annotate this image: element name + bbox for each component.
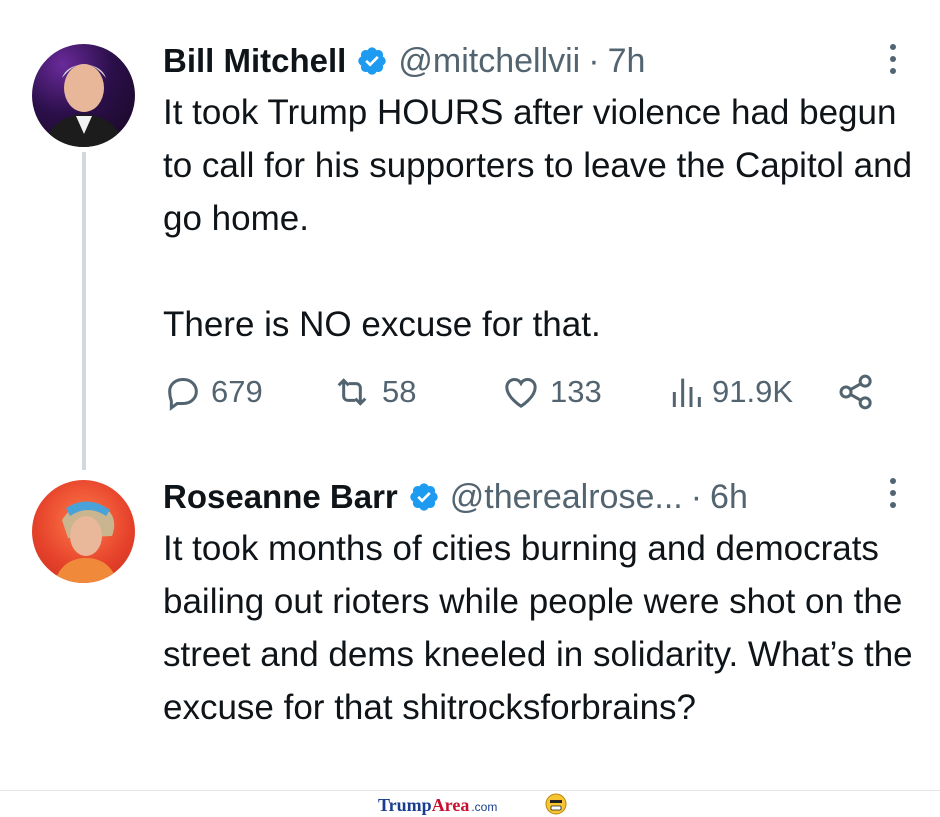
timestamp[interactable]: 7h: [608, 42, 646, 81]
author-handle[interactable]: @therealrose...: [450, 478, 683, 517]
more-options-icon[interactable]: [888, 478, 898, 514]
retweet-button[interactable]: 58: [330, 372, 416, 412]
separator-dot: ·: [690, 477, 703, 516]
author-name[interactable]: Roseanne Barr: [163, 478, 398, 516]
tweet-text: It took Trump HOURS after violence had b…: [163, 86, 923, 351]
timestamp[interactable]: 6h: [710, 478, 748, 517]
verified-badge-icon: [410, 483, 438, 511]
like-icon: [505, 377, 537, 408]
tweet-header: Bill Mitchell @mitchellvii · 7h: [163, 40, 645, 82]
like-count: 133: [550, 374, 602, 409]
separator-dot: ·: [588, 41, 600, 80]
share-button[interactable]: [835, 372, 877, 412]
tweet-paragraph: It took months of cities burning and dem…: [163, 529, 913, 727]
tweet-header: Roseanne Barr @therealrose... · 6h: [163, 476, 748, 518]
tweet-paragraph: There is NO excuse for that.: [163, 305, 601, 344]
avatar[interactable]: [32, 44, 135, 147]
footer-watermark: TrumpArea .com: [0, 790, 940, 817]
tweet-actions: 679 58 133 91.9K: [0, 372, 940, 420]
views-icon: [672, 378, 701, 407]
tweet-text: It took months of cities burning and dem…: [163, 522, 923, 734]
thread-line: [82, 152, 86, 470]
tweet-bill-mitchell[interactable]: Bill Mitchell @mitchellvii · 7h It took …: [0, 0, 940, 470]
author-name[interactable]: Bill Mitchell: [163, 42, 346, 80]
share-icon: [839, 374, 872, 410]
reply-icon: [168, 378, 198, 411]
retweet-icon: [337, 378, 367, 406]
like-button[interactable]: 133: [500, 372, 602, 412]
views-count: 91.9K: [712, 374, 794, 409]
brand-logo: TrumpArea .com: [378, 795, 498, 815]
reply-count: 679: [211, 374, 263, 409]
avatar[interactable]: [32, 480, 135, 583]
tweet-roseanne-barr[interactable]: Roseanne Barr @therealrose... · 6h It to…: [0, 470, 940, 790]
tweet-paragraph: It took Trump HOURS after violence had b…: [163, 93, 913, 238]
reply-button[interactable]: 679: [163, 372, 263, 412]
verified-badge-icon: [358, 47, 387, 75]
views-button[interactable]: 91.9K: [668, 372, 793, 412]
emoji-icon: [545, 793, 567, 815]
more-options-icon[interactable]: [888, 44, 898, 80]
retweet-count: 58: [382, 374, 417, 409]
author-handle[interactable]: @mitchellvii: [398, 42, 580, 81]
